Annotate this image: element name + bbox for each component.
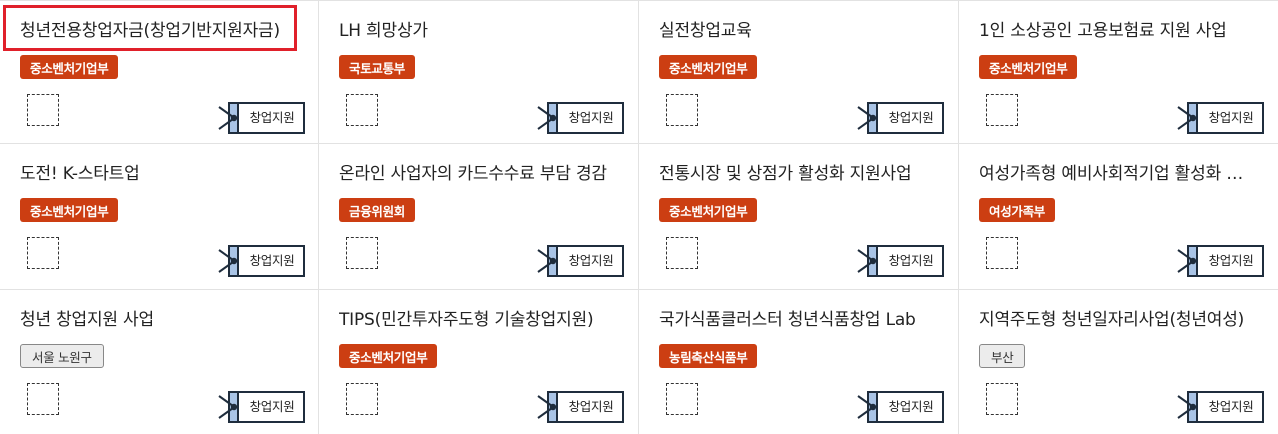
category-tag-label: 창업지원 (249, 252, 295, 268)
category-tag-label: 창업지원 (888, 252, 934, 268)
image-placeholder-icon (27, 383, 59, 415)
program-card[interactable]: 실전창업교육 중소벤처기업부 창업지원 (639, 1, 959, 144)
category-tag-label: 창업지원 (568, 252, 614, 268)
image-placeholder-icon (986, 383, 1018, 415)
category-tag-label: 창업지원 (568, 398, 614, 414)
program-card[interactable]: TIPS(민간투자주도형 기술창업지원) 중소벤처기업부 창업지원 (319, 290, 639, 434)
card-title[interactable]: 국가식품클러스터 청년식품창업 Lab (659, 305, 916, 330)
program-card[interactable]: LH 희망상가 국토교통부 창업지원 (319, 1, 639, 144)
program-card[interactable]: 청년전용창업자금(창업기반지원자금) 중소벤처기업부 창업지원 (0, 1, 319, 144)
category-tag[interactable]: 창업지원 (216, 100, 308, 136)
category-tag-label: 창업지원 (249, 398, 295, 414)
agency-badge: 농림축산식품부 (659, 344, 758, 368)
card-title[interactable]: 실전창업교육 (659, 16, 752, 41)
image-placeholder-icon (346, 237, 378, 269)
card-title-box[interactable]: 전통시장 및 상점가 활성화 지원사업 (642, 148, 928, 194)
category-tag[interactable]: 창업지원 (535, 243, 627, 279)
image-placeholder-icon (666, 237, 698, 269)
card-title[interactable]: 청년 창업지원 사업 (20, 305, 154, 330)
category-tag[interactable]: 창업지원 (216, 243, 308, 279)
category-tag-label: 창업지원 (249, 109, 295, 125)
program-card[interactable]: 청년 창업지원 사업 서울 노원구 창업지원 (0, 290, 319, 434)
program-card[interactable]: 1인 소상공인 고용보험료 지원 사업 중소벤처기업부 창업지원 (959, 1, 1278, 144)
card-title-box[interactable]: TIPS(민간투자주도형 기술창업지원) (322, 294, 610, 340)
card-title[interactable]: 전통시장 및 상점가 활성화 지원사업 (659, 159, 911, 184)
card-title-box[interactable]: 실전창업교육 (642, 5, 769, 51)
agency-badge: 금융위원회 (339, 198, 416, 222)
card-title[interactable]: 온라인 사업자의 카드수수료 부담 경감 (339, 159, 607, 184)
agency-badge: 부산 (979, 344, 1026, 368)
category-tag[interactable]: 창업지원 (855, 389, 947, 425)
category-tag-label: 창업지원 (1208, 252, 1254, 268)
agency-badge: 중소벤처기업부 (659, 55, 758, 79)
category-tag[interactable]: 창업지원 (1175, 100, 1267, 136)
image-placeholder-icon (986, 237, 1018, 269)
image-placeholder-icon (346, 383, 378, 415)
card-title[interactable]: 여성가족형 예비사회적기업 활성화 지원 (979, 159, 1254, 184)
agency-badge: 중소벤처기업부 (20, 55, 119, 79)
image-placeholder-icon (27, 237, 59, 269)
card-title[interactable]: 1인 소상공인 고용보험료 지원 사업 (979, 16, 1227, 41)
category-tag-label: 창업지원 (888, 109, 934, 125)
category-tag[interactable]: 창업지원 (855, 100, 947, 136)
category-tag[interactable]: 창업지원 (1175, 243, 1267, 279)
program-card[interactable]: 국가식품클러스터 청년식품창업 Lab 농림축산식품부 창업지원 (639, 290, 959, 434)
image-placeholder-icon (986, 94, 1018, 126)
category-tag-label: 창업지원 (568, 109, 614, 125)
agency-badge: 여성가족부 (979, 198, 1056, 222)
program-card[interactable]: 지역주도형 청년일자리사업(청년여성) 부산 창업지원 (959, 290, 1278, 434)
card-title-box[interactable]: 온라인 사업자의 카드수수료 부담 경감 (322, 148, 624, 194)
category-tag[interactable]: 창업지원 (216, 389, 308, 425)
card-title-box[interactable]: 청년전용창업자금(창업기반지원자금) (3, 5, 297, 51)
card-title[interactable]: 지역주도형 청년일자리사업(청년여성) (979, 305, 1244, 330)
agency-badge: 중소벤처기업부 (339, 344, 438, 368)
card-title-box[interactable]: 1인 소상공인 고용보험료 지원 사업 (962, 5, 1244, 51)
card-title-box[interactable]: 국가식품클러스터 청년식품창업 Lab (642, 294, 933, 340)
image-placeholder-icon (346, 94, 378, 126)
card-title[interactable]: LH 희망상가 (339, 16, 428, 41)
program-card[interactable]: 온라인 사업자의 카드수수료 부담 경감 금융위원회 창업지원 (319, 144, 639, 290)
category-tag-label: 창업지원 (1208, 398, 1254, 414)
program-card[interactable]: 여성가족형 예비사회적기업 활성화 지원 여성가족부 창업지원 (959, 144, 1278, 290)
agency-badge: 중소벤처기업부 (659, 198, 758, 222)
card-title-box[interactable]: 도전! K-스타트업 (3, 148, 157, 194)
category-tag[interactable]: 창업지원 (855, 243, 947, 279)
program-card-grid: 청년전용창업자금(창업기반지원자금) 중소벤처기업부 창업지원 LH 희망상가 … (0, 0, 1278, 434)
category-tag-label: 창업지원 (1208, 109, 1254, 125)
card-title[interactable]: 청년전용창업자금(창업기반지원자금) (20, 16, 280, 41)
category-tag[interactable]: 창업지원 (535, 100, 627, 136)
agency-badge: 국토교통부 (339, 55, 416, 79)
program-card[interactable]: 도전! K-스타트업 중소벤처기업부 창업지원 (0, 144, 319, 290)
image-placeholder-icon (666, 94, 698, 126)
agency-badge: 서울 노원구 (20, 344, 104, 368)
category-tag[interactable]: 창업지원 (535, 389, 627, 425)
image-placeholder-icon (666, 383, 698, 415)
category-tag-label: 창업지원 (888, 398, 934, 414)
card-title-box[interactable]: 여성가족형 예비사회적기업 활성화 지원 (962, 148, 1271, 194)
card-title[interactable]: 도전! K-스타트업 (20, 159, 140, 184)
category-tag[interactable]: 창업지원 (1175, 389, 1267, 425)
program-card[interactable]: 전통시장 및 상점가 활성화 지원사업 중소벤처기업부 창업지원 (639, 144, 959, 290)
card-title-box[interactable]: 지역주도형 청년일자리사업(청년여성) (962, 294, 1261, 340)
agency-badge: 중소벤처기업부 (979, 55, 1078, 79)
card-title[interactable]: TIPS(민간투자주도형 기술창업지원) (339, 305, 593, 330)
agency-badge: 중소벤처기업부 (20, 198, 119, 222)
card-title-box[interactable]: LH 희망상가 (322, 5, 445, 51)
image-placeholder-icon (27, 94, 59, 126)
card-title-box[interactable]: 청년 창업지원 사업 (3, 294, 171, 340)
